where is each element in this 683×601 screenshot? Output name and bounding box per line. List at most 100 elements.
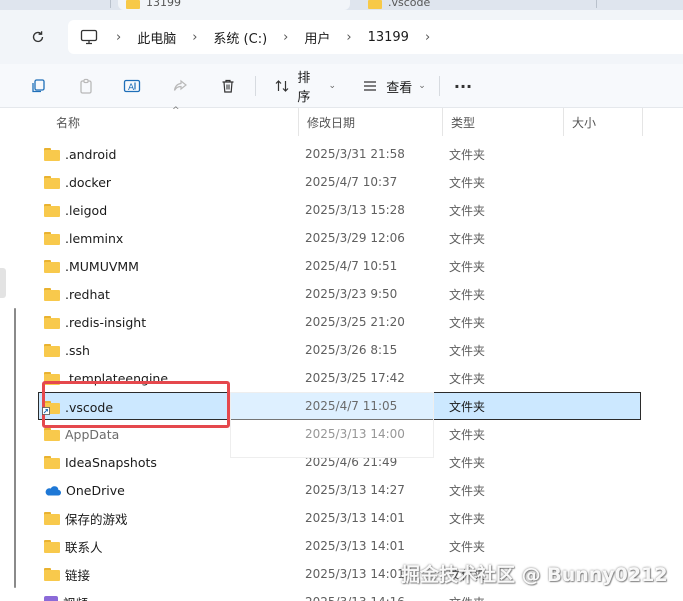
- breadcrumb-user-folder[interactable]: 13199: [364, 30, 413, 45]
- folder-icon: [44, 175, 60, 189]
- file-date-modified: 2025/3/13 14:16: [305, 595, 405, 601]
- view-button[interactable]: 查看 ⌄: [360, 74, 426, 98]
- breadcrumb-this-pc[interactable]: 此电脑: [133, 28, 180, 47]
- trash-icon: [218, 76, 238, 96]
- chevron-right-icon[interactable]: ›: [180, 30, 209, 45]
- refresh-icon: [32, 31, 44, 43]
- file-name: .MUMUVMM: [65, 258, 139, 274]
- share-icon: [170, 76, 190, 96]
- nav-scrollbar-thumb[interactable]: [0, 268, 6, 298]
- file-row[interactable]: 视频 2025/3/13 14:16 文件夹: [18, 588, 683, 601]
- sort-button[interactable]: 排序 ⌄: [272, 71, 336, 105]
- file-type: 文件夹: [449, 287, 486, 302]
- file-row[interactable]: .MUMUVMM 2025/4/7 10:51 文件夹: [18, 252, 683, 280]
- tab-vscode[interactable]: .vscode: [360, 0, 586, 10]
- file-name-cell[interactable]: .redhat: [44, 280, 110, 308]
- file-date-modified: 2025/4/7 10:51: [305, 259, 398, 273]
- column-date-modified[interactable]: 修改日期: [299, 108, 442, 136]
- copy-icon: [28, 76, 48, 96]
- file-name-cell[interactable]: .templateengine: [44, 364, 168, 392]
- file-row[interactable]: .leigod 2025/3/13 15:28 文件夹: [18, 196, 683, 224]
- file-name-cell[interactable]: 链接: [44, 560, 90, 588]
- watermark: 掘金技术社区 @ Bunny0212: [401, 564, 668, 586]
- file-type: 文件夹: [449, 539, 486, 554]
- file-name-cell[interactable]: OneDrive: [44, 476, 125, 504]
- file-row[interactable]: .ssh 2025/3/26 8:15 文件夹: [18, 336, 683, 364]
- breadcrumb-users[interactable]: 用户: [300, 28, 334, 47]
- file-name: .ssh: [65, 342, 90, 358]
- file-name-cell[interactable]: 视频: [44, 588, 88, 601]
- folder-icon: [44, 343, 60, 357]
- file-type: 文件夹: [449, 203, 486, 218]
- file-name-cell[interactable]: .vscode: [42, 393, 113, 421]
- file-date-modified: 2025/3/13 15:28: [305, 203, 405, 217]
- list-scrollbar[interactable]: [14, 308, 16, 588]
- folder-icon: [44, 427, 60, 441]
- file-date-modified: 2025/3/13 14:01: [305, 539, 405, 553]
- copy-button[interactable]: [26, 74, 50, 98]
- rename-button[interactable]: A: [120, 74, 144, 98]
- folder-icon: [44, 567, 60, 581]
- file-name-cell[interactable]: .docker: [44, 168, 111, 196]
- tab-13199[interactable]: 13199: [118, 0, 350, 10]
- chevron-right-icon[interactable]: ›: [104, 30, 133, 45]
- more-options-button[interactable]: ···: [450, 74, 476, 98]
- breadcrumb-system-drive[interactable]: 系统 (C:): [209, 28, 271, 47]
- file-name-cell[interactable]: .ssh: [44, 336, 90, 364]
- file-date-modified: 2025/3/25 21:20: [305, 315, 405, 329]
- chevron-right-icon[interactable]: ›: [271, 30, 300, 45]
- file-name: AppData: [65, 426, 120, 442]
- file-type: 文件夹: [449, 231, 486, 246]
- folder-icon: [126, 0, 140, 9]
- file-name-cell[interactable]: .android: [44, 140, 116, 168]
- file-name-cell[interactable]: AppData: [44, 420, 119, 448]
- svg-text:A: A: [128, 83, 135, 93]
- rename-icon: A: [122, 76, 142, 96]
- tab-label: 13199: [146, 0, 181, 9]
- file-name-cell[interactable]: .redis-insight: [44, 308, 146, 336]
- folder-icon: [368, 0, 382, 9]
- sort-icon: [272, 76, 291, 96]
- file-name-cell[interactable]: .lemminx: [44, 224, 123, 252]
- file-row[interactable]: .lemminx 2025/3/29 12:06 文件夹: [18, 224, 683, 252]
- tab-strip: 13199 .vscode: [0, 0, 683, 10]
- file-name-cell[interactable]: .leigod: [44, 196, 107, 224]
- file-date-modified: 2025/3/29 12:06: [305, 231, 405, 245]
- column-name[interactable]: 名称: [48, 108, 298, 136]
- file-row[interactable]: .redis-insight 2025/3/25 21:20 文件夹: [18, 308, 683, 336]
- tab-separator: [110, 0, 111, 8]
- file-row[interactable]: .redhat 2025/3/23 9:50 文件夹: [18, 280, 683, 308]
- delete-button[interactable]: [216, 74, 240, 98]
- file-type: 文件夹: [449, 343, 486, 358]
- column-type[interactable]: 类型: [443, 108, 563, 136]
- refresh-button[interactable]: [26, 25, 50, 49]
- file-row[interactable]: .templateengine 2025/3/25 17:42 文件夹: [18, 364, 683, 392]
- file-row[interactable]: 联系人 2025/3/13 14:01 文件夹: [18, 532, 683, 560]
- folder-icon: [44, 511, 60, 525]
- file-date-modified: 2025/3/13 14:27: [305, 483, 405, 497]
- file-row[interactable]: .android 2025/3/31 21:58 文件夹: [18, 140, 683, 168]
- file-name-cell[interactable]: IdeaSnapshots: [44, 448, 157, 476]
- file-row[interactable]: 保存的游戏 2025/3/13 14:01 文件夹: [18, 504, 683, 532]
- file-name-cell[interactable]: 联系人: [44, 532, 103, 560]
- file-row[interactable]: OneDrive 2025/3/13 14:27 文件夹: [18, 476, 683, 504]
- folder-icon: [44, 231, 60, 245]
- file-row[interactable]: .docker 2025/4/7 10:37 文件夹: [18, 168, 683, 196]
- chevron-right-icon[interactable]: ›: [413, 30, 442, 45]
- file-name-cell[interactable]: .MUMUVMM: [44, 252, 139, 280]
- file-type: 文件夹: [449, 511, 486, 526]
- paste-button[interactable]: [74, 74, 98, 98]
- column-divider[interactable]: [642, 108, 643, 136]
- tab-separator: [596, 0, 597, 8]
- navigation-pane-edge: [0, 108, 18, 601]
- share-button[interactable]: [168, 74, 192, 98]
- file-date-modified: 2025/3/23 9:50: [305, 287, 398, 301]
- file-name: .lemminx: [65, 230, 124, 246]
- file-date-modified: 2025/4/7 10:37: [305, 175, 398, 189]
- file-date-modified: 2025/3/31 21:58: [305, 147, 405, 161]
- file-name-cell[interactable]: 保存的游戏: [44, 504, 128, 532]
- breadcrumb[interactable]: › 此电脑 › 系统 (C:) › 用户 › 13199 ›: [68, 20, 683, 54]
- column-size[interactable]: 大小: [564, 108, 642, 136]
- file-name: 保存的游戏: [65, 511, 128, 527]
- chevron-right-icon[interactable]: ›: [334, 30, 363, 45]
